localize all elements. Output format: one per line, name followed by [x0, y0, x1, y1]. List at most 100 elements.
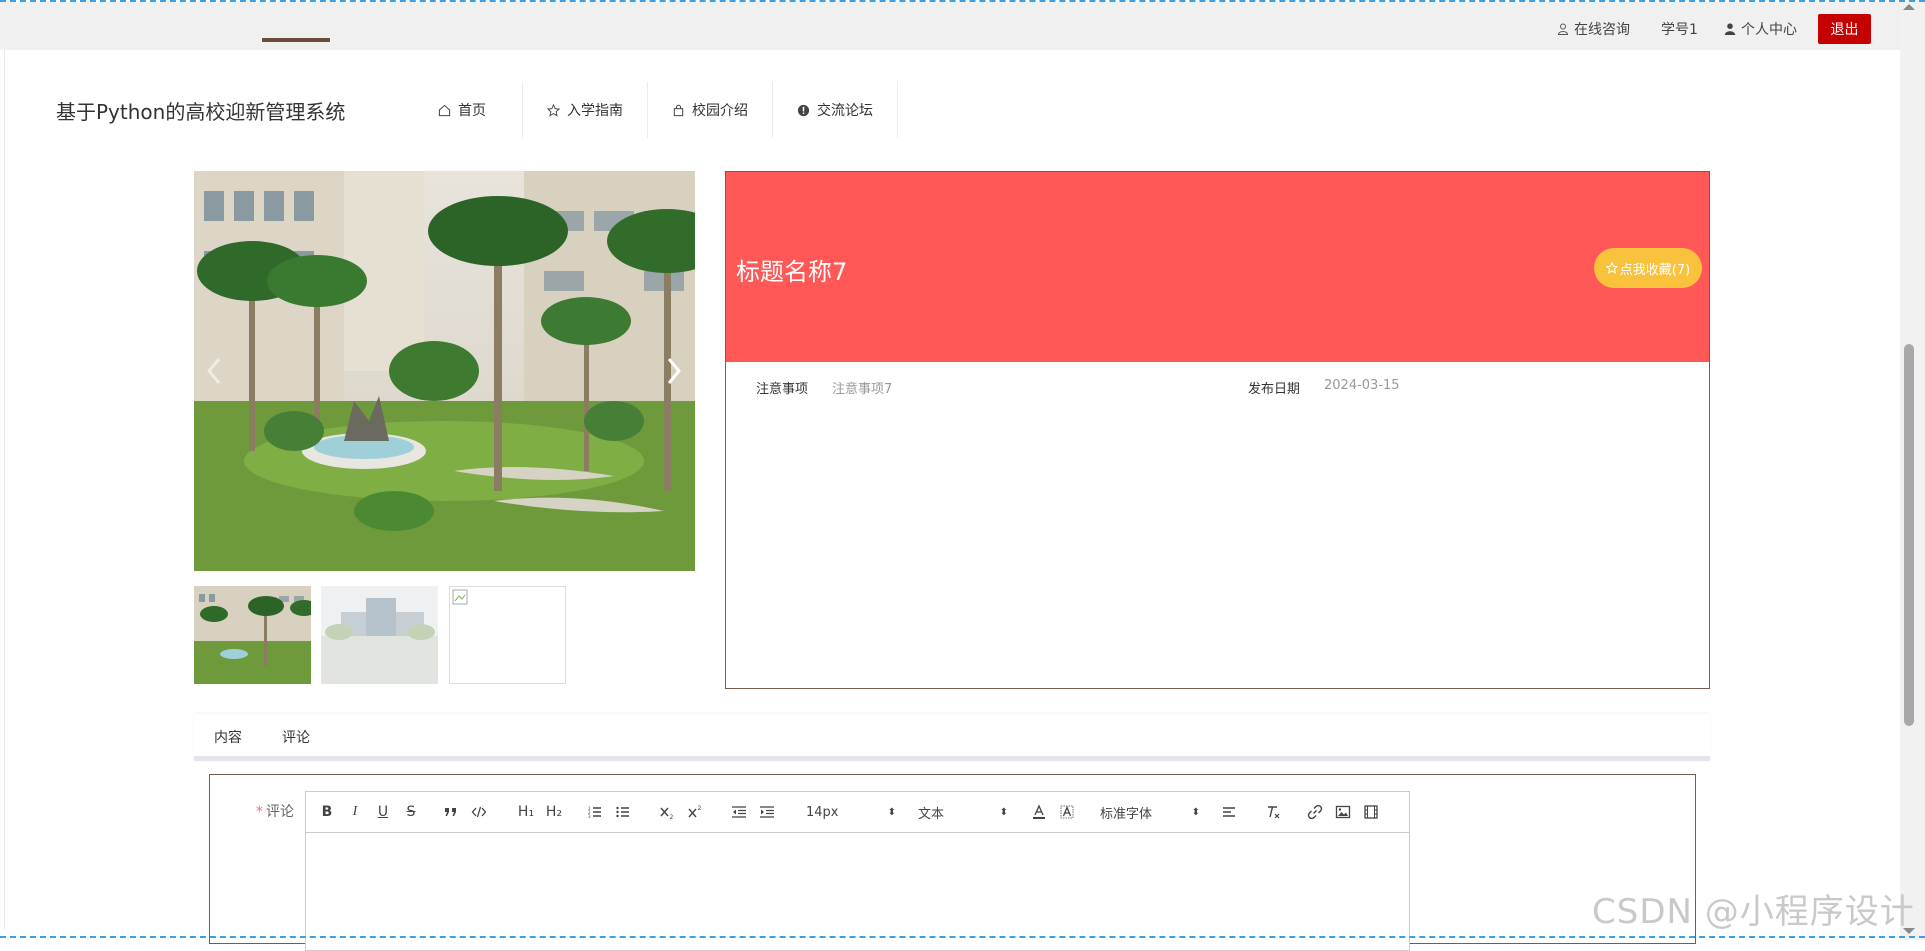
favorite-button[interactable]: 点我收藏(7)	[1594, 248, 1702, 288]
superscript-icon: 2	[688, 805, 702, 818]
info-icon	[797, 104, 810, 116]
page-left-border	[4, 50, 5, 930]
nav-item-forum-label: 交流论坛	[817, 103, 873, 119]
scrollbar-thumb[interactable]	[1904, 344, 1914, 726]
thumbnail-3[interactable]	[449, 586, 566, 684]
date-label: 发布日期	[1248, 382, 1301, 397]
thumbnail-2[interactable]	[321, 586, 438, 684]
link-icon	[1307, 804, 1323, 820]
align-button[interactable]	[1218, 792, 1240, 832]
home-icon	[438, 104, 451, 116]
nav-item-forum[interactable]: 交流论坛	[773, 82, 898, 138]
text-style-value: 文本	[918, 806, 945, 822]
carousel-prev-arrow[interactable]	[202, 351, 226, 391]
indent-button[interactable]	[756, 792, 778, 832]
font-color-icon	[1033, 804, 1045, 819]
thumbnail-1[interactable]	[194, 586, 311, 684]
nav-item-campus[interactable]: 校园介绍	[648, 82, 773, 138]
font-family-picker[interactable]: 标准字体 ⬍	[1100, 792, 1200, 832]
scroll-up-arrow[interactable]	[1903, 4, 1915, 10]
font-size-value: 14px	[806, 804, 839, 820]
detail-panel: 标题名称7 点我收藏(7) 注意事项 注意事项7 发布日期 2024-03-15	[725, 171, 1710, 689]
top-dashed-border	[0, 0, 1925, 2]
svg-text:2: 2	[698, 805, 702, 812]
code-block-button[interactable]	[468, 792, 490, 832]
content-tabs: 内容 评论	[194, 714, 1710, 761]
nav-item-home[interactable]: 首页	[418, 82, 523, 138]
bag-icon	[673, 104, 684, 116]
personal-center-link[interactable]: 个人中心	[1724, 19, 1797, 39]
image-button[interactable]	[1332, 792, 1354, 832]
online-consult-link[interactable]: 在线咨询	[1557, 19, 1630, 39]
quote-icon	[445, 808, 456, 816]
username-link[interactable]: 学号1	[1661, 19, 1698, 39]
personal-center-label: 个人中心	[1741, 22, 1797, 38]
outdent-button[interactable]	[728, 792, 750, 832]
heading2-button[interactable]: H₂	[542, 792, 566, 832]
superscript-button[interactable]: 2	[684, 792, 706, 832]
image-icon	[1335, 805, 1351, 819]
clear-format-button[interactable]	[1262, 792, 1284, 832]
link-button[interactable]	[1304, 792, 1326, 832]
align-left-icon	[1223, 807, 1235, 817]
favorite-label: 点我收藏(7)	[1619, 262, 1691, 278]
updown-caret-icon: ⬍	[999, 806, 1008, 818]
rich-text-editor[interactable]: B I U S H₁ H₂ 123 2 2 14px ⬍ 文本 ⬍ 标准字体 ⬍	[305, 791, 1410, 951]
bold-button[interactable]: B	[316, 792, 338, 832]
user-outline-icon	[1557, 23, 1569, 35]
editor-toolbar: B I U S H₁ H₂ 123 2 2 14px ⬍ 文本 ⬍ 标准字体 ⬍	[306, 792, 1409, 833]
font-family-value: 标准字体	[1100, 806, 1153, 822]
updown-caret-icon: ⬍	[1191, 806, 1200, 818]
bullet-list-button[interactable]	[612, 792, 634, 832]
video-button[interactable]	[1360, 792, 1382, 832]
text-style-picker[interactable]: 文本 ⬍	[918, 792, 1008, 832]
highlight-icon	[1060, 805, 1074, 819]
font-color-button[interactable]	[1028, 792, 1050, 832]
heading1-button[interactable]: H₁	[514, 792, 538, 832]
notice-value: 注意事项7	[832, 382, 893, 397]
bullet-list-icon	[616, 806, 629, 818]
tab-content[interactable]: 内容	[214, 727, 242, 747]
chevron-right-icon	[667, 358, 681, 384]
chevron-left-icon	[207, 358, 221, 384]
background-color-button[interactable]	[1056, 792, 1078, 832]
underline-button[interactable]: U	[372, 792, 394, 832]
top-utility-bar: 在线咨询 学号1 个人中心 退出	[0, 2, 1900, 50]
online-consult-label: 在线咨询	[1574, 22, 1630, 38]
svg-text:2: 2	[670, 814, 674, 820]
tab-comments[interactable]: 评论	[282, 727, 310, 747]
subscript-icon: 2	[660, 807, 674, 820]
detail-banner: 标题名称7 点我收藏(7)	[726, 172, 1709, 362]
comment-label-text: 评论	[266, 804, 294, 820]
required-mark: *	[256, 804, 263, 820]
notice-label: 注意事项	[756, 382, 809, 397]
star-outline-icon	[1605, 262, 1618, 274]
font-size-picker[interactable]: 14px ⬍	[806, 792, 896, 832]
outdent-icon	[732, 806, 746, 818]
comment-field-label: * 评论	[256, 801, 294, 821]
ordered-list-button[interactable]: 123	[584, 792, 606, 832]
blockquote-button[interactable]	[440, 792, 462, 832]
bottom-dashed-border	[0, 936, 1925, 938]
date-value: 2024-03-15	[1324, 378, 1400, 393]
nav-item-guide-label: 入学指南	[567, 103, 623, 119]
logout-button[interactable]: 退出	[1818, 14, 1871, 44]
nav-item-home-label: 首页	[458, 103, 486, 119]
broken-image-icon	[452, 589, 468, 605]
csdn-watermark: CSDN @小程序设计	[1592, 892, 1915, 932]
svg-text:3: 3	[588, 814, 591, 819]
indent-icon	[760, 806, 774, 818]
image-carousel[interactable]	[194, 171, 695, 571]
subscript-button[interactable]: 2	[656, 792, 678, 832]
star-icon	[547, 103, 560, 117]
strike-button[interactable]: S	[400, 792, 422, 832]
main-nav: 首页 入学指南 校园介绍 交流论坛	[418, 82, 898, 138]
username-label: 学号1	[1661, 22, 1698, 38]
nav-item-guide[interactable]: 入学指南	[523, 82, 648, 138]
active-tab-indicator	[262, 38, 330, 42]
italic-button[interactable]: I	[344, 792, 366, 832]
ordered-list-icon: 123	[588, 806, 601, 819]
user-icon	[1724, 23, 1736, 35]
site-title: 基于Python的高校迎新管理系统	[56, 100, 346, 124]
carousel-next-arrow[interactable]	[662, 351, 686, 391]
